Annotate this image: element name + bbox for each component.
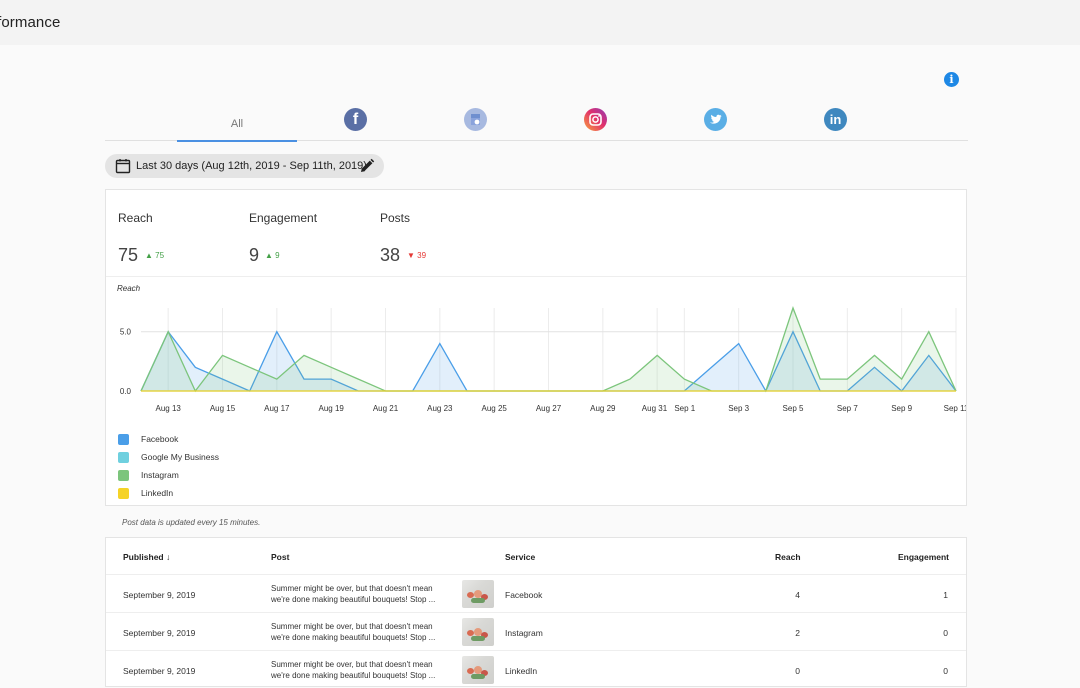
cell-reach: 2	[795, 628, 800, 638]
x-tick-label: Aug 21	[373, 404, 399, 413]
x-tick-label: Sep 9	[891, 404, 912, 413]
tab-instagram[interactable]	[536, 100, 656, 141]
page-title: rformance	[0, 14, 61, 31]
x-tick-label: Aug 23	[427, 404, 453, 413]
linkedin-icon: in	[824, 108, 847, 131]
x-tick-label: Aug 17	[264, 404, 290, 413]
post-line-2: we're done making beautiful bouquets! St…	[271, 633, 436, 642]
tab-all[interactable]: All	[177, 100, 297, 142]
x-tick-label: Aug 19	[318, 404, 344, 413]
post-line-2: we're done making beautiful bouquets! St…	[271, 671, 436, 680]
column-header-published[interactable]: Published ↓	[123, 552, 170, 562]
cell-published: September 9, 2019	[123, 590, 196, 600]
legend-swatch	[118, 488, 129, 499]
arrow-down-icon: ↓	[166, 552, 171, 562]
metric-reach-value: 75	[118, 245, 139, 265]
legend-swatch	[118, 434, 129, 445]
cell-reach: 4	[795, 590, 800, 600]
column-header-service: Service	[505, 552, 536, 562]
google-my-business-icon	[464, 108, 487, 131]
metric-reach[interactable]: Reach 75 ▲ 75	[106, 190, 237, 276]
x-tick-label: Sep 1	[674, 404, 695, 413]
network-tabs: All f in	[105, 100, 968, 142]
column-header-post: Post	[271, 552, 290, 562]
facebook-icon: f	[344, 108, 367, 131]
y-tick-label: 5.0	[120, 328, 132, 337]
post-line-2: we're done making beautiful bouquets! St…	[271, 595, 436, 604]
table-row[interactable]: September 9, 2019 Summer might be over, …	[106, 650, 966, 688]
x-tick-label: Sep 5	[783, 404, 804, 413]
x-tick-label: Aug 31	[642, 404, 668, 413]
cell-post: Summer might be over, but that doesn't m…	[271, 583, 461, 605]
date-range-label: Last 30 days (Aug 12th, 2019 - Sep 11th,…	[136, 160, 367, 172]
metric-engagement-value: 9	[249, 245, 260, 265]
legend-label: LinkedIn	[141, 488, 174, 498]
x-tick-label: Aug 15	[210, 404, 236, 413]
post-line-1: Summer might be over, but that doesn't m…	[271, 622, 433, 631]
column-header-engagement[interactable]: Engagement	[898, 552, 949, 562]
cell-post: Summer might be over, but that doesn't m…	[271, 621, 461, 643]
cell-post: Summer might be over, but that doesn't m…	[271, 659, 461, 681]
chart-title: Reach	[117, 284, 141, 293]
x-tick-label: Sep 11	[944, 404, 966, 413]
metric-engagement[interactable]: Engagement 9 ▲ 9	[237, 190, 368, 276]
metric-engagement-label: Engagement	[249, 211, 318, 225]
info-icon[interactable]: i	[944, 72, 959, 87]
x-tick-label: Aug 29	[590, 404, 616, 413]
cell-engagement: 0	[943, 628, 948, 638]
x-tick-label: Aug 13	[155, 404, 181, 413]
post-line-1: Summer might be over, but that doesn't m…	[271, 584, 433, 593]
calendar-icon	[115, 159, 131, 174]
metric-posts-delta: ▼ 39	[407, 251, 427, 260]
y-tick-label: 0.0	[120, 387, 132, 396]
tab-facebook[interactable]: f	[296, 100, 416, 141]
x-tick-label: Aug 27	[536, 404, 562, 413]
x-tick-label: Sep 3	[728, 404, 749, 413]
instagram-icon	[584, 108, 607, 131]
legend-swatch	[118, 470, 129, 481]
metric-reach-delta: ▲ 75	[145, 251, 165, 260]
legend-label: Google My Business	[141, 452, 219, 462]
tab-google-my-business[interactable]	[416, 100, 536, 141]
legend-label: Facebook	[141, 434, 179, 444]
post-line-1: Summer might be over, but that doesn't m…	[271, 660, 433, 669]
column-header-reach[interactable]: Reach	[775, 552, 801, 562]
cell-service: Facebook	[505, 590, 543, 600]
metric-posts[interactable]: Posts 38 ▼ 39	[368, 190, 499, 276]
posts-table: Published ↓ Post Service Reach Engagemen…	[105, 537, 967, 687]
metric-reach-delta-value: 75	[155, 251, 165, 260]
date-range-chip[interactable]: Last 30 days (Aug 12th, 2019 - Sep 11th,…	[105, 154, 384, 178]
legend-label: Instagram	[141, 470, 179, 480]
legend-swatch	[118, 452, 129, 463]
x-tick-label: Aug 25	[481, 404, 507, 413]
metric-engagement-delta: ▲ 9	[265, 251, 280, 260]
update-note: Post data is updated every 15 minutes.	[122, 518, 261, 527]
twitter-icon	[704, 108, 727, 131]
pencil-icon[interactable]	[359, 158, 375, 174]
cell-engagement: 1	[943, 590, 948, 600]
top-bar: rformance	[0, 0, 1080, 45]
metric-engagement-delta-value: 9	[275, 251, 280, 260]
performance-card: Reach 75 ▲ 75 Engagement 9 ▲ 9 Posts 38 …	[105, 189, 967, 506]
metric-posts-label: Posts	[380, 211, 411, 225]
column-header-published-label: Published	[123, 552, 164, 562]
cell-service: Instagram	[505, 628, 543, 638]
metric-posts-value: 38	[380, 245, 401, 265]
tab-all-label: All	[230, 118, 244, 130]
post-thumbnail	[462, 618, 494, 646]
table-row[interactable]: September 9, 2019 Summer might be over, …	[106, 612, 966, 650]
cell-published: September 9, 2019	[123, 628, 196, 638]
card-divider	[106, 276, 966, 277]
post-thumbnail	[462, 656, 494, 684]
x-tick-label: Sep 7	[837, 404, 858, 413]
post-thumbnail	[462, 580, 494, 608]
reach-chart: 0.0 5.0 Aug 13 Aug 15 Aug 17 Aug 19 Aug 21 Aug …	[120, 306, 966, 413]
metric-reach-label: Reach	[118, 211, 153, 225]
tab-twitter[interactable]	[656, 100, 776, 141]
tab-linkedin[interactable]: in	[776, 100, 896, 141]
table-row[interactable]: September 9, 2019 Summer might be over, …	[106, 574, 966, 612]
metric-posts-delta-value: 39	[417, 251, 427, 260]
